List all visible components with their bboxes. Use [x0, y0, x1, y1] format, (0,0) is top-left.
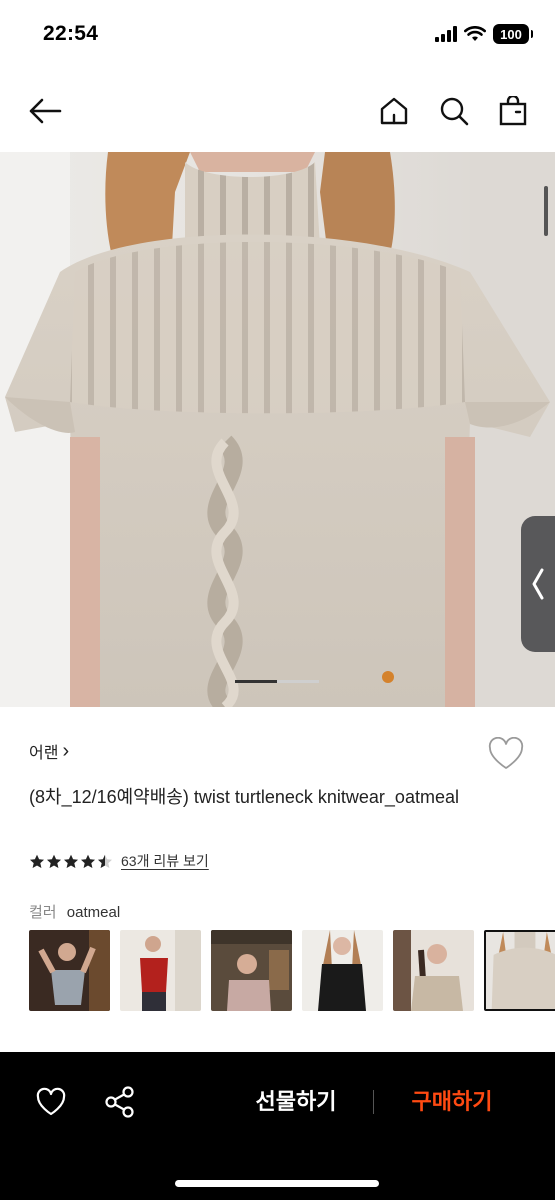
thumb-photo — [302, 930, 383, 1011]
chevron-left-icon — [532, 568, 544, 600]
slide-dot — [235, 680, 277, 683]
color-row: 컬러 oatmeal — [29, 901, 120, 922]
battery-level: 100 — [500, 26, 522, 42]
color-value: oatmeal — [66, 904, 121, 921]
color-option-thumb[interactable] — [211, 930, 292, 1011]
color-options — [29, 930, 555, 1011]
color-option-thumb[interactable] — [302, 930, 383, 1011]
brand-name: 어랜 — [29, 745, 59, 762]
home-icon — [380, 97, 408, 125]
color-label: 컬러 — [29, 904, 57, 921]
product-info: 어랜 › (8차_12/16예약배송) twist turtleneck kni… — [0, 707, 555, 1052]
star-icon — [98, 854, 112, 868]
status-bar: 22:54 100 — [0, 0, 555, 70]
battery-icon: 100 — [493, 24, 533, 44]
product-photo — [0, 152, 555, 707]
star-icon — [81, 854, 95, 868]
home-button[interactable] — [375, 92, 413, 130]
signal-icon — [435, 26, 457, 42]
wishlist-button[interactable] — [487, 736, 525, 771]
buy-button[interactable]: 구매하기 — [396, 1084, 508, 1116]
color-option-thumb-selected[interactable] — [484, 930, 555, 1011]
wifi-icon — [464, 26, 486, 41]
like-button[interactable] — [31, 1082, 71, 1122]
heart-icon — [36, 1087, 66, 1116]
star-icon — [30, 854, 44, 868]
back-arrow-icon — [29, 98, 62, 124]
image-scroll-thumb[interactable] — [544, 186, 548, 236]
back-button[interactable] — [26, 92, 64, 130]
thumb-photo — [29, 930, 110, 1011]
search-icon — [440, 97, 469, 126]
star-rating — [29, 854, 113, 869]
heart-outline-icon — [488, 736, 524, 769]
thumb-photo — [486, 932, 555, 1009]
bottom-action-bar: 선물하기 구매하기 — [0, 1052, 555, 1200]
top-nav-bar — [0, 70, 555, 152]
side-drawer-handle[interactable] — [521, 516, 555, 652]
brand-link[interactable]: 어랜 › — [29, 739, 69, 763]
home-indicator — [175, 1180, 379, 1187]
color-option-thumb[interactable] — [29, 930, 110, 1011]
product-image-carousel[interactable] — [0, 152, 555, 707]
review-link[interactable]: 63개 리뷰 보기 — [121, 851, 209, 871]
chevron-right-icon: › — [62, 740, 70, 762]
gift-button[interactable]: 선물하기 — [236, 1084, 356, 1116]
thumb-photo — [393, 930, 474, 1011]
color-option-thumb[interactable] — [120, 930, 201, 1011]
status-time: 22:54 — [43, 22, 99, 45]
star-icon — [64, 854, 78, 868]
thumb-photo — [120, 930, 201, 1011]
shopping-bag-icon — [499, 96, 527, 126]
product-title: (8차_12/16예약배송) twist turtleneck knitwear… — [29, 787, 459, 807]
button-divider — [373, 1090, 374, 1114]
share-button[interactable] — [100, 1082, 140, 1122]
rating-row: 63개 리뷰 보기 — [29, 851, 209, 871]
star-icon — [47, 854, 61, 868]
thumb-photo — [211, 930, 292, 1011]
cart-button[interactable] — [494, 92, 532, 130]
share-icon — [105, 1086, 134, 1118]
slide-indicator — [235, 680, 319, 683]
status-icons: 100 — [435, 24, 533, 44]
search-button[interactable] — [435, 92, 473, 130]
slide-dot — [277, 680, 319, 683]
color-option-thumb[interactable] — [393, 930, 474, 1011]
